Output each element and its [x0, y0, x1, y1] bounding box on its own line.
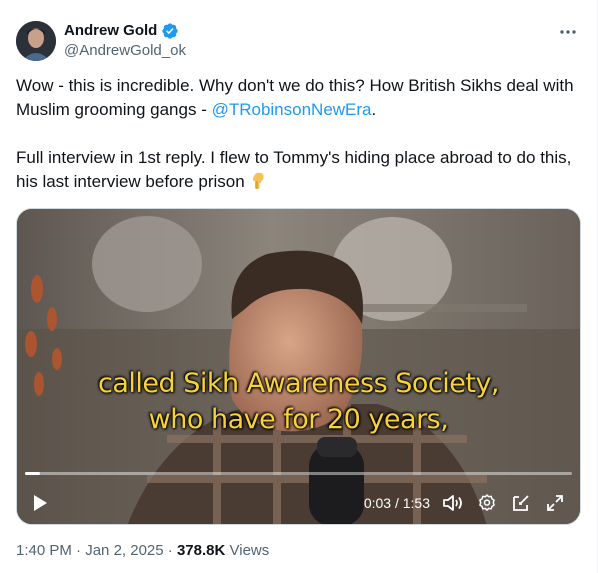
profile-avatar-image [16, 21, 56, 61]
tweet-meta: 1:40 PM · Jan 2, 2025 · 378.8K Views [16, 541, 269, 561]
fullscreen-button[interactable] [542, 490, 568, 516]
tweet-time[interactable]: 1:40 PM [16, 542, 72, 559]
more-horizontal-icon [560, 30, 576, 34]
avatar[interactable] [16, 21, 56, 61]
pointing-down-emoji [252, 172, 264, 189]
play-button[interactable] [27, 490, 53, 516]
author-name[interactable]: Andrew Gold [64, 21, 179, 41]
video-progress-bar[interactable] [25, 472, 572, 475]
tweet-text-suffix: . [371, 100, 377, 119]
volume-button[interactable] [440, 490, 466, 516]
meta-separator: · [76, 542, 82, 559]
more-options-button[interactable] [557, 22, 579, 42]
volume-icon [443, 495, 462, 511]
mention-link[interactable]: @TRobinsonNewEra [212, 100, 372, 119]
settings-button[interactable] [474, 490, 500, 516]
picture-in-picture-icon [513, 495, 529, 511]
play-icon [34, 495, 47, 511]
tweet-date[interactable]: Jan 2, 2025 [85, 542, 163, 559]
tweet-text: Wow - this is incredible. Why don't we d… [16, 74, 576, 194]
video-controls: 0:03 / 1:53 [17, 480, 580, 524]
video-progress-fill [25, 472, 40, 475]
views-count: 378.8K [176, 542, 226, 559]
settings-icon [479, 494, 495, 511]
author-handle[interactable]: @AndrewGold_ok [64, 41, 186, 61]
tweet-paragraph-1: Wow - this is incredible. Why don't we d… [16, 74, 576, 122]
tweet-card: Andrew Gold @AndrewGold_ok Wow - this is… [0, 0, 598, 573]
meta-separator: · [167, 542, 173, 559]
fullscreen-icon [547, 495, 563, 511]
picture-in-picture-button[interactable] [508, 490, 534, 516]
views-label: Views [229, 542, 270, 559]
video-timecode: 0:03 / 1:53 [363, 495, 430, 511]
video-caption-line-1: called Sikh Awareness Society, [97, 368, 500, 399]
video-player[interactable]: called Sikh Awareness Society, who have … [16, 208, 581, 525]
tweet-text-line2: Full interview in 1st reply. I flew to T… [16, 148, 572, 191]
author-name-text: Andrew Gold [64, 22, 158, 39]
verified-badge-icon [162, 23, 179, 39]
video-caption-line-2: who have for 20 years, [148, 404, 449, 435]
tweet-paragraph-2: Full interview in 1st reply. I flew to T… [16, 146, 576, 194]
